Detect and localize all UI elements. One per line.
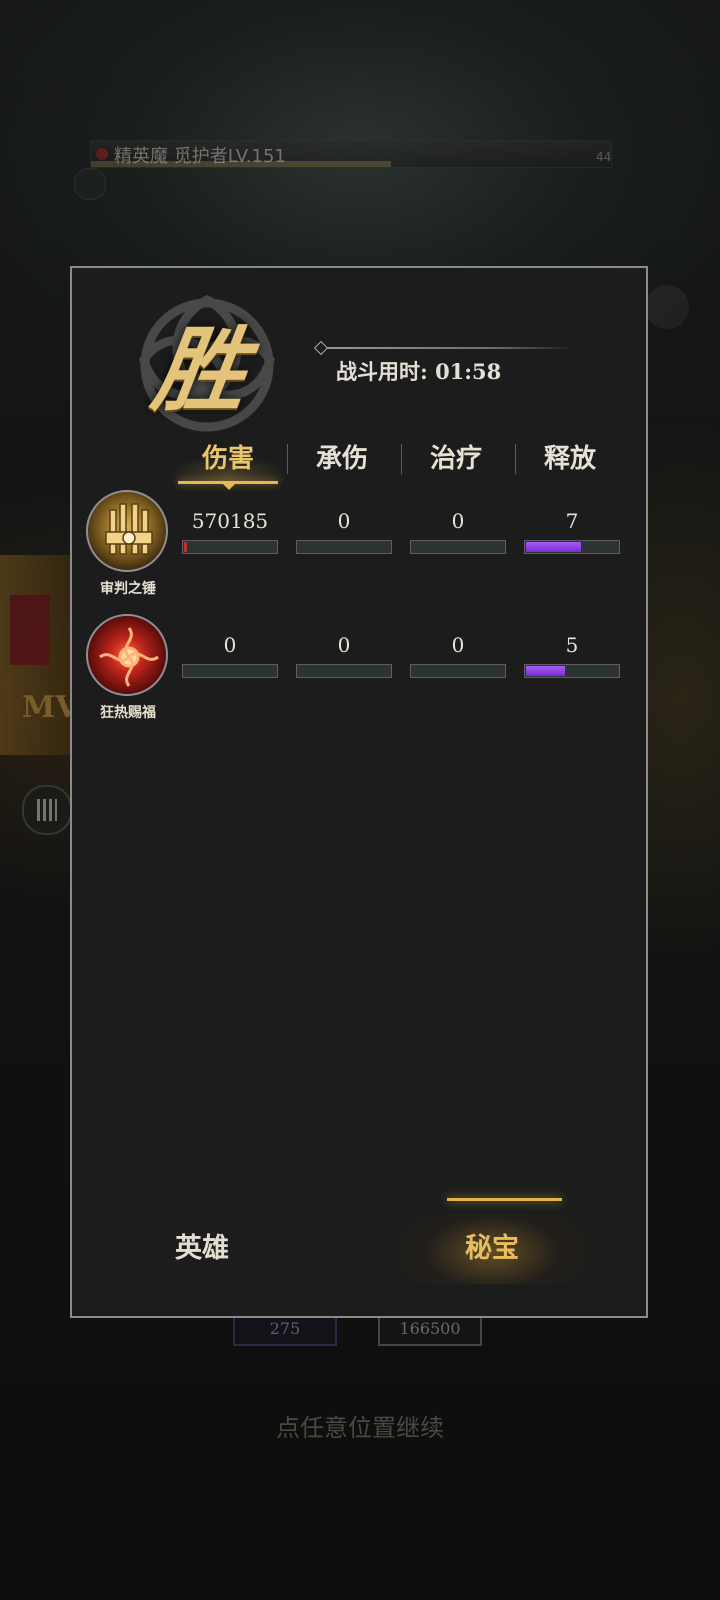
stat-value: 0 bbox=[337, 509, 351, 533]
skull-badge-icon bbox=[645, 285, 689, 329]
skill-name: 审判之锤 bbox=[100, 581, 156, 597]
stat-casts: 5 bbox=[524, 632, 620, 678]
battle-stats-panel: 胜 战斗用时: 01:58 伤害 承伤 治疗 释放 审判之锤 570185 0 … bbox=[70, 266, 648, 1318]
stat-healing: 0 bbox=[410, 508, 506, 554]
stat-bar bbox=[524, 664, 620, 678]
tab-damage[interactable]: 伤害 bbox=[170, 436, 286, 490]
skull-icon bbox=[74, 168, 106, 200]
tab-heroes[interactable]: 英雄 bbox=[102, 1214, 302, 1284]
hammer-icon[interactable] bbox=[86, 490, 168, 572]
continue-hint[interactable]: 点任意位置继续 bbox=[0, 1408, 720, 1443]
tab-damage-taken-label: 承伤 bbox=[315, 444, 368, 474]
stat-bar bbox=[296, 664, 392, 678]
stat-value: 0 bbox=[223, 633, 237, 657]
stat-damage-taken: 0 bbox=[296, 508, 392, 554]
stat-bar bbox=[410, 540, 506, 554]
stat-value: 7 bbox=[565, 509, 579, 533]
victory-title: 胜 bbox=[146, 316, 254, 424]
stat-bar bbox=[182, 540, 278, 554]
stat-bar-fill bbox=[184, 542, 187, 552]
title-divider bbox=[316, 347, 574, 349]
reward-item-soul: 166500 bbox=[378, 1316, 482, 1346]
stat-bar bbox=[182, 664, 278, 678]
battle-time: 战斗用时: 01:58 bbox=[336, 359, 502, 384]
reward-item-crystal-count: 275 bbox=[269, 1319, 301, 1338]
tab-treasure[interactable]: 秘宝 bbox=[392, 1198, 592, 1284]
tab-healing-label: 治疗 bbox=[429, 444, 482, 474]
list-item: 狂热赐福 0 0 0 5 bbox=[82, 614, 632, 724]
stat-value: 0 bbox=[451, 509, 465, 533]
tab-damage-taken[interactable]: 承伤 bbox=[284, 436, 400, 482]
tab-casts-label: 释放 bbox=[543, 444, 596, 474]
stats-chart-icon[interactable] bbox=[22, 785, 72, 835]
tab-damage-label: 伤害 bbox=[201, 444, 254, 474]
stat-bar bbox=[296, 540, 392, 554]
list-item: 审判之锤 570185 0 0 7 bbox=[82, 490, 632, 600]
stat-bar-fill bbox=[526, 542, 581, 552]
blessing-icon[interactable] bbox=[86, 614, 168, 696]
tab-casts[interactable]: 释放 bbox=[512, 436, 628, 482]
mvp-card: MV bbox=[0, 555, 78, 755]
stat-bar bbox=[410, 664, 506, 678]
tab-treasure-label: 秘宝 bbox=[465, 1233, 519, 1264]
tab-active-indicator bbox=[447, 1198, 562, 1201]
stat-damage-taken: 0 bbox=[296, 632, 392, 678]
stat-value: 5 bbox=[565, 633, 579, 657]
tab-heroes-label: 英雄 bbox=[175, 1233, 229, 1264]
stat-tabs: 伤害 承伤 治疗 释放 bbox=[166, 436, 628, 490]
stat-bar-fill bbox=[526, 666, 565, 676]
boss-marker-icon bbox=[96, 148, 108, 160]
stat-value: 0 bbox=[451, 633, 465, 657]
stat-value: 570185 bbox=[191, 509, 269, 533]
stat-damage: 570185 bbox=[182, 508, 278, 554]
skill-name: 狂热赐福 bbox=[100, 705, 156, 721]
stat-casts: 7 bbox=[524, 508, 620, 554]
tab-healing[interactable]: 治疗 bbox=[398, 436, 514, 482]
stat-bar bbox=[524, 540, 620, 554]
reward-item-soul-count: 166500 bbox=[399, 1319, 461, 1338]
boss-count: 44 bbox=[596, 150, 612, 164]
boss-name: 精英魔 觅护者LV.151 bbox=[114, 146, 286, 167]
stat-damage: 0 bbox=[182, 632, 278, 678]
stat-value: 0 bbox=[337, 633, 351, 657]
reward-item-crystal: 275 bbox=[233, 1316, 337, 1346]
stat-healing: 0 bbox=[410, 632, 506, 678]
